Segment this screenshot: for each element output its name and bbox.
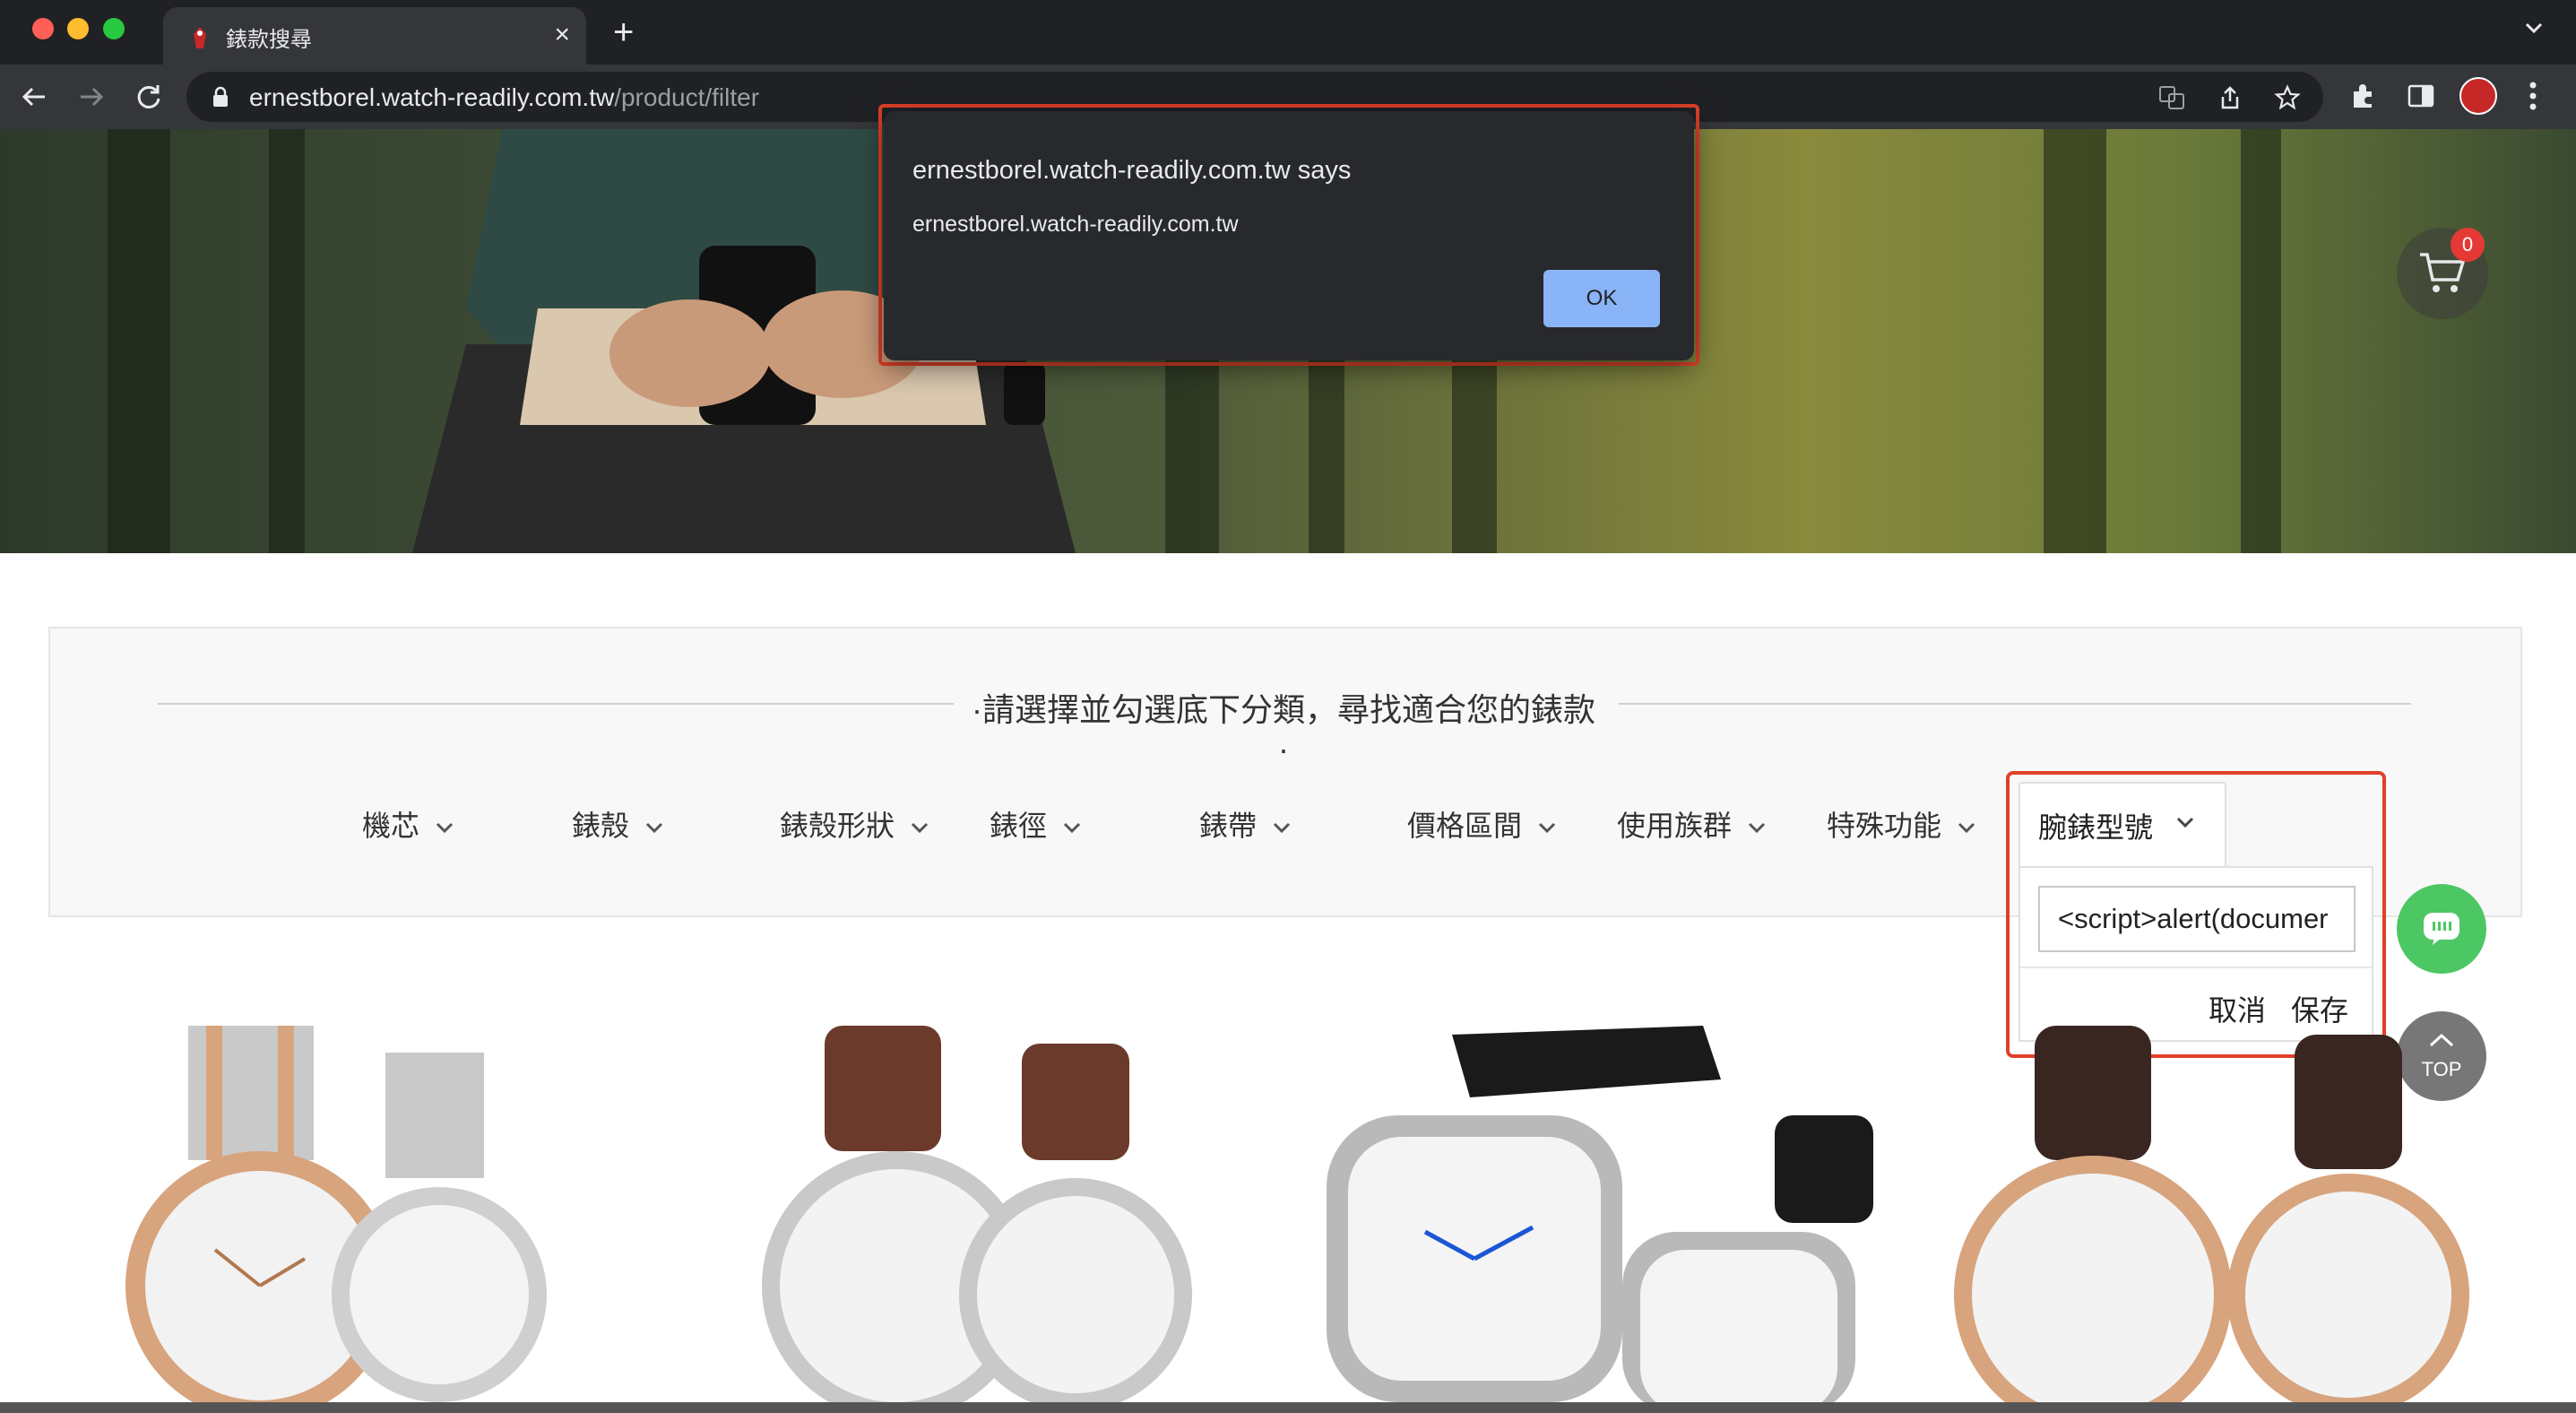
alert-title: ernestborel.watch-readily.com.tw says	[912, 156, 1352, 185]
profile-avatar[interactable]	[2459, 77, 2497, 115]
translate-icon[interactable]	[2158, 84, 2185, 111]
filter-label: 特殊功能	[1827, 810, 1942, 842]
title-divider-right	[1619, 703, 2411, 705]
watch-product-image[interactable]	[762, 1026, 1210, 1413]
watch-product-image[interactable]	[1936, 1026, 2492, 1413]
filter-user-group[interactable]: 使用族群	[1617, 803, 1768, 848]
filter-case-shape[interactable]: 錶殼形狀	[780, 803, 930, 848]
line-icon	[2424, 913, 2459, 945]
filter-label: 使用族群	[1617, 810, 1733, 842]
reload-icon[interactable]	[133, 81, 165, 113]
ok-button[interactable]: OK	[1543, 270, 1660, 327]
close-tab-icon[interactable]: ×	[554, 19, 570, 51]
bookmark-star-icon[interactable]	[2274, 84, 2301, 111]
url-path: /product/filter	[614, 83, 760, 111]
alert-message: ernestborel.watch-readily.com.tw	[912, 212, 1239, 237]
filter-price-range[interactable]: 價格區間	[1407, 803, 1558, 848]
filter-label: 錶徑	[990, 810, 1048, 842]
filter-title: ·請選擇並勾選底下分類，尋找適合您的錶款·	[972, 691, 1595, 767]
watch-product-image[interactable]	[1309, 1026, 1882, 1413]
lock-icon[interactable]	[212, 86, 229, 108]
minimize-window-button[interactable]	[67, 18, 89, 39]
forward-arrow-icon[interactable]	[75, 81, 108, 113]
close-window-button[interactable]	[32, 18, 54, 39]
filter-label: 機芯	[362, 810, 420, 842]
browser-menu-icon[interactable]	[2526, 77, 2540, 115]
url-text: ernestborel.watch-readily.com.tw/product…	[249, 83, 759, 112]
filter-diameter[interactable]: 錶徑	[990, 803, 1083, 848]
side-panel-icon[interactable]	[2406, 81, 2436, 111]
page-bottom-edge	[0, 1402, 2576, 1413]
chevron-down-icon	[911, 822, 929, 833]
chevron-down-icon	[436, 822, 454, 833]
filter-special-features[interactable]: 特殊功能	[1827, 803, 1977, 848]
screen: 錶款搜尋 × + ernestborel.watch-readily.com.t…	[0, 0, 2576, 1413]
url-host: ernestborel.watch-readily.com.tw	[249, 83, 615, 111]
browser-tab-bar: 錶款搜尋 × +	[0, 0, 2576, 65]
browser-tab[interactable]: 錶款搜尋 ×	[163, 7, 586, 65]
tree-trunk	[2241, 129, 2281, 553]
tree-trunk	[2044, 129, 2106, 553]
filter-label: 錶殼	[572, 810, 630, 842]
filter-label: 價格區間	[1407, 810, 1523, 842]
favicon-icon	[194, 27, 206, 48]
javascript-alert-dialog: ernestborel.watch-readily.com.tw says er…	[884, 111, 1694, 360]
highlight-box	[2006, 771, 2386, 1058]
chevron-down-icon	[1748, 822, 1766, 833]
chevron-down-icon	[1958, 822, 1975, 833]
chevron-down-icon	[1538, 822, 1556, 833]
chevron-down-icon	[1063, 822, 1081, 833]
filter-case[interactable]: 錶殼	[572, 803, 665, 848]
watch-product-image[interactable]	[117, 1026, 583, 1413]
cart-count-badge: 0	[2451, 228, 2485, 262]
new-tab-button[interactable]: +	[613, 13, 634, 52]
filter-label: 錶殼形狀	[780, 810, 895, 842]
filter-movement[interactable]: 機芯	[362, 803, 455, 848]
tree-trunk	[108, 129, 170, 553]
line-chat-button[interactable]	[2397, 884, 2486, 974]
tab-title: 錶款搜尋	[226, 28, 312, 52]
filter-strap[interactable]: 錶帶	[1199, 803, 1292, 848]
share-icon[interactable]	[2217, 84, 2243, 111]
title-divider-left	[158, 703, 954, 705]
chevron-down-icon	[645, 822, 663, 833]
maximize-window-button[interactable]	[103, 18, 125, 39]
back-arrow-icon[interactable]	[18, 81, 50, 113]
filter-label: 錶帶	[1199, 810, 1258, 842]
chevron-down-icon	[1273, 822, 1291, 833]
tab-search-icon[interactable]	[2522, 16, 2546, 39]
extensions-icon[interactable]	[2348, 81, 2379, 111]
tree-trunk	[269, 129, 305, 553]
